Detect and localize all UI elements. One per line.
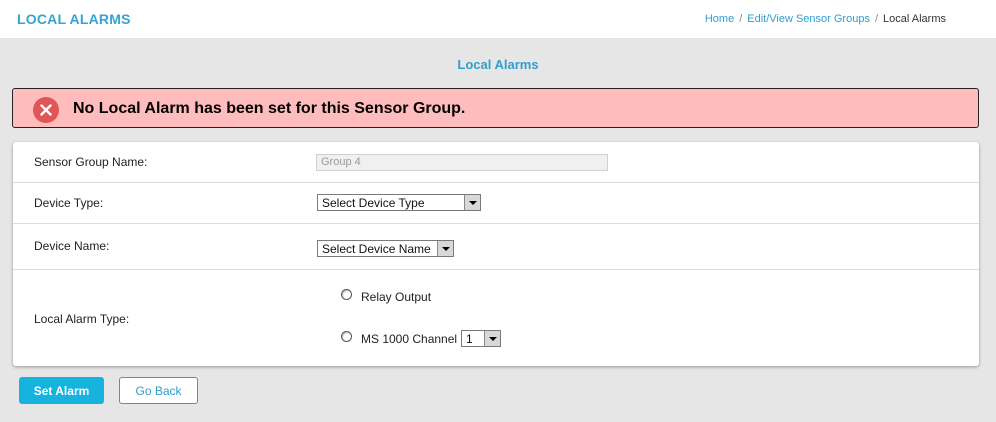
sensor-group-name-label: Sensor Group Name: <box>34 155 148 169</box>
channel-select[interactable]: 1 <box>461 330 501 347</box>
form-row-sensor-group-name: Sensor Group Name: Group 4 <box>13 142 979 183</box>
breadcrumb-separator: / <box>739 13 743 25</box>
page-title: LOCAL ALARMS <box>17 11 131 27</box>
local-alarm-type-label: Local Alarm Type: <box>34 312 130 326</box>
chevron-down-icon[interactable] <box>437 241 453 256</box>
breadcrumb: Home / Edit/View Sensor Groups / Local Alarm… <box>705 13 946 25</box>
form-row-local-alarm-type: Local Alarm Type: Relay Output MS 1000 C… <box>13 270 979 366</box>
ms-channel-label: MS 1000 Channel <box>361 332 458 346</box>
error-message: No Local Alarm has been set for this Sen… <box>73 100 466 117</box>
chevron-down-icon[interactable] <box>464 195 480 210</box>
form-row-device-name: Device Name: Select Device Name <box>13 224 979 270</box>
set-alarm-button[interactable]: Set Alarm <box>19 377 104 404</box>
device-type-label: Device Type: <box>34 196 104 210</box>
device-type-selected: Select Device Type <box>322 196 425 210</box>
breadcrumb-sensor-groups-link[interactable]: Edit/View Sensor Groups <box>747 13 870 25</box>
ms-channel-radio[interactable] <box>341 331 352 342</box>
go-back-button[interactable]: Go Back <box>119 377 198 404</box>
device-name-selected: Select Device Name <box>322 242 431 256</box>
sensor-group-name-field: Group 4 <box>316 154 608 171</box>
device-name-select[interactable]: Select Device Name <box>317 240 454 257</box>
close-icon <box>33 97 59 123</box>
form-row-device-type: Device Type: Select Device Type <box>13 183 979 224</box>
relay-output-radio[interactable] <box>341 289 352 300</box>
section-title: Local Alarms <box>457 57 539 72</box>
device-name-label: Device Name: <box>34 239 110 253</box>
device-type-select[interactable]: Select Device Type <box>317 194 481 211</box>
breadcrumb-current: Local Alarms <box>883 13 946 25</box>
breadcrumb-home-link[interactable]: Home <box>705 13 734 25</box>
relay-output-label: Relay Output <box>361 290 432 304</box>
breadcrumb-separator: / <box>874 13 879 25</box>
alarm-form: Sensor Group Name: Group 4 Device Type: … <box>13 142 979 366</box>
error-alert: No Local Alarm has been set for this Sen… <box>12 88 979 128</box>
channel-selected: 1 <box>466 332 473 346</box>
chevron-down-icon[interactable] <box>484 331 500 346</box>
top-bar: LOCAL ALARMS Home / Edit/View Sensor Group… <box>0 0 996 38</box>
